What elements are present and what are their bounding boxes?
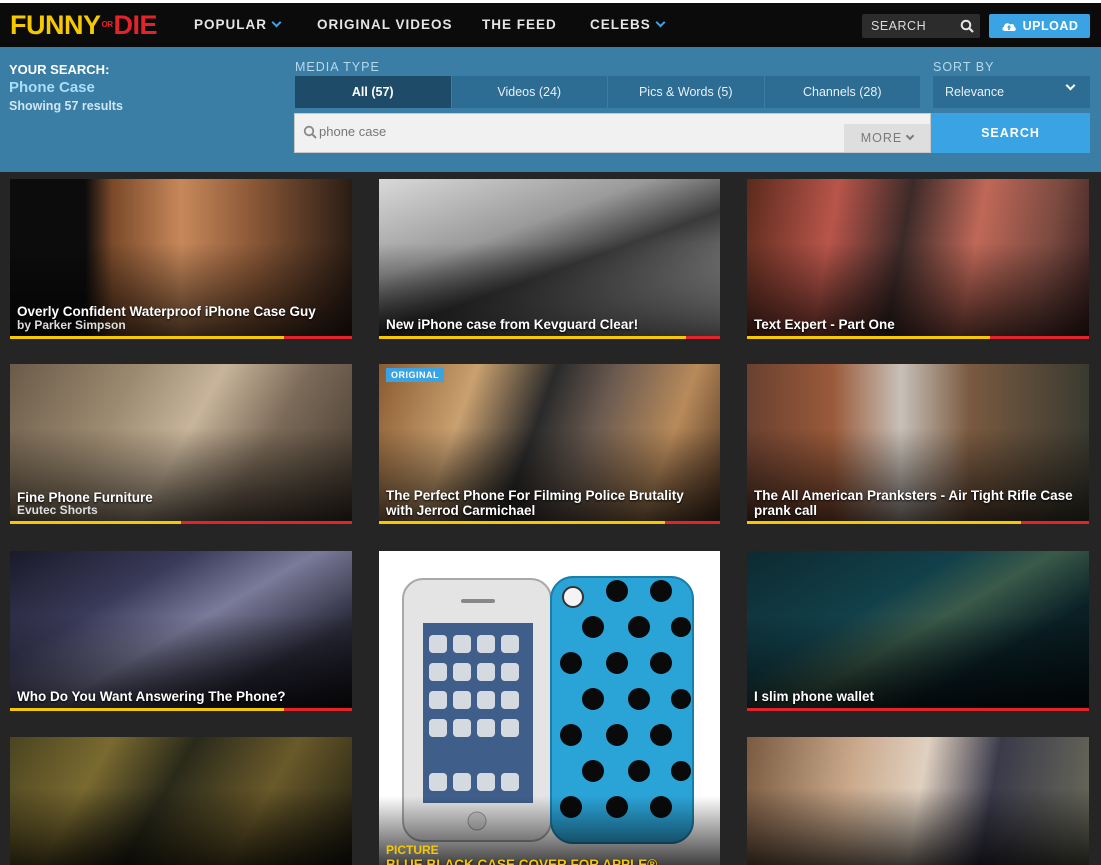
results-count: Showing 57 results — [9, 99, 123, 113]
result-title: The All American Pranksters - Air Tight … — [754, 488, 1073, 518]
tab-videos[interactable]: Videos (24) — [450, 76, 607, 108]
progress-bar — [379, 336, 720, 339]
result-title: New iPhone case from Kevguard Clear! — [386, 317, 639, 332]
result-title: Overly Confident Waterproof iPhone Case … — [17, 304, 316, 319]
site-logo[interactable]: FUNNY OR DIE — [10, 9, 158, 40]
logo-or: OR — [101, 20, 114, 29]
cloud-upload-icon — [1002, 23, 1016, 31]
tab-channels[interactable]: Channels (28) — [763, 76, 920, 108]
result-card-picture[interactable]: PICTURE BLUE BLACK CASE COVER FOR APPLE® — [379, 551, 720, 865]
nav-original-videos[interactable]: ORIGINAL VIDEOS — [317, 17, 453, 32]
result-byline: by Parker Simpson — [17, 318, 126, 332]
result-card[interactable] — [10, 737, 352, 865]
result-title: Text Expert - Part One — [754, 317, 895, 332]
logo-die: DIE — [113, 9, 158, 40]
search-input[interactable]: phone case — [294, 113, 931, 153]
search-button-label: SEARCH — [981, 126, 1040, 140]
progress-bar — [10, 708, 352, 711]
result-byline: Evutec Shorts — [17, 503, 98, 517]
upload-label: UPLOAD — [1022, 19, 1079, 33]
top-navbar: FUNNY OR DIE POPULAR ORIGINAL VIDEOS THE… — [0, 3, 1101, 47]
result-card[interactable]: The All American Pranksters - Air Tight … — [747, 364, 1089, 524]
nav-original-videos-label: ORIGINAL VIDEOS — [317, 17, 453, 32]
search-input-value: phone case — [319, 124, 387, 139]
chevron-down-icon — [271, 17, 282, 28]
logo-funny: FUNNY — [10, 9, 101, 40]
result-card[interactable]: Fine Phone Furniture Evutec Shorts — [10, 364, 352, 524]
more-button[interactable]: MORE — [844, 124, 930, 152]
search-term: Phone Case — [9, 79, 95, 96]
chevron-down-icon — [906, 131, 915, 141]
nav-the-feed[interactable]: THE FEED — [482, 17, 557, 32]
nav-celebs[interactable]: CELEBS — [590, 17, 666, 32]
progress-bar — [379, 521, 720, 524]
sort-value: Relevance — [945, 85, 1005, 99]
result-title: I slim phone wallet — [754, 689, 875, 704]
progress-bar — [747, 336, 1089, 339]
result-card[interactable] — [747, 737, 1089, 865]
result-card[interactable]: Overly Confident Waterproof iPhone Case … — [10, 179, 352, 339]
tab-pics-words[interactable]: Pics & Words (5) — [607, 76, 764, 108]
chevron-down-icon — [1065, 80, 1076, 91]
result-card[interactable]: I slim phone wallet — [747, 551, 1089, 711]
nav-search-field[interactable]: SEARCH — [862, 14, 980, 38]
media-type-tabs: All (57) Videos (24) Pics & Words (5) Ch… — [295, 76, 920, 108]
progress-bar — [747, 708, 1089, 711]
picture-tag: PICTURE — [386, 843, 439, 857]
media-type-label: MEDIA TYPE — [295, 60, 380, 74]
nav-celebs-label: CELEBS — [590, 17, 651, 32]
original-badge: ORIGINAL — [386, 368, 444, 382]
result-card[interactable]: New iPhone case from Kevguard Clear! — [379, 179, 720, 339]
nav-popular-label: POPULAR — [194, 17, 268, 32]
result-card[interactable]: Text Expert - Part One — [747, 179, 1089, 339]
progress-bar — [10, 336, 352, 339]
result-title: Who Do You Want Answering The Phone? — [17, 689, 286, 704]
nav-search-placeholder: SEARCH — [871, 19, 927, 33]
search-icon — [960, 19, 974, 33]
progress-bar — [10, 521, 352, 524]
progress-bar — [747, 521, 1089, 524]
result-card[interactable]: ORIGINAL The Perfect Phone For Filming P… — [379, 364, 720, 524]
result-title: The Perfect Phone For Filming Police Bru… — [386, 488, 684, 518]
nav-the-feed-label: THE FEED — [482, 17, 557, 32]
upload-button[interactable]: UPLOAD — [989, 14, 1090, 38]
tab-all[interactable]: All (57) — [295, 76, 451, 108]
nav-popular[interactable]: POPULAR — [194, 17, 282, 32]
chevron-down-icon — [655, 17, 666, 28]
sort-by-label: SORT BY — [933, 60, 995, 74]
result-card[interactable]: Who Do You Want Answering The Phone? — [10, 551, 352, 711]
your-search-label: YOUR SEARCH: — [9, 62, 110, 77]
result-title: BLUE BLACK CASE COVER FOR APPLE® — [386, 857, 658, 865]
sort-select[interactable]: Relevance — [933, 76, 1090, 108]
search-icon — [303, 125, 317, 139]
search-panel: YOUR SEARCH: Phone Case Showing 57 resul… — [0, 47, 1101, 172]
search-button[interactable]: SEARCH — [931, 113, 1090, 153]
more-label: MORE — [860, 131, 903, 145]
